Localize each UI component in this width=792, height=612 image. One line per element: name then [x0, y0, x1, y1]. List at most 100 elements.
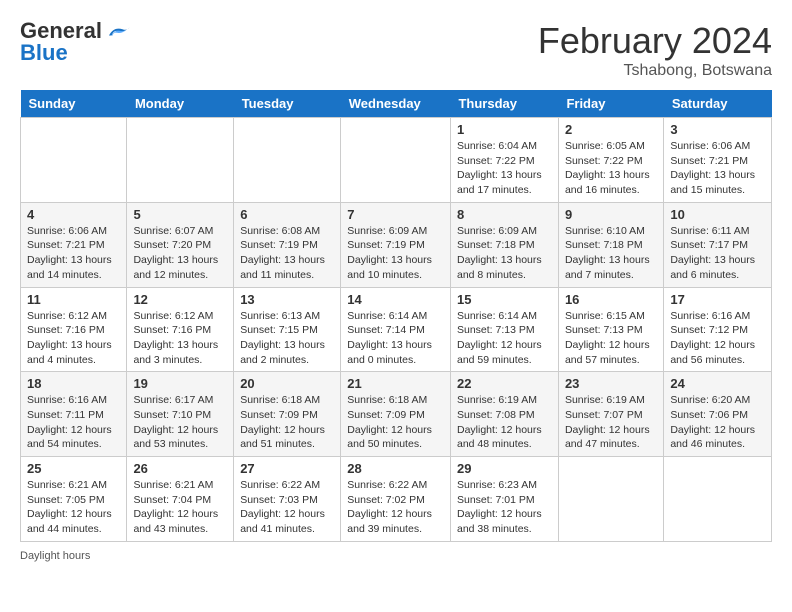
week-row-2: 4Sunrise: 6:06 AMSunset: 7:21 PMDaylight…	[21, 202, 772, 287]
header: General Blue February 2024 Tshabong, Bot…	[20, 20, 772, 80]
day-info: Sunrise: 6:12 AMSunset: 7:16 PMDaylight:…	[133, 309, 227, 368]
footer-note: Daylight hours	[20, 550, 772, 562]
day-number: 17	[670, 292, 765, 307]
calendar-cell: 4Sunrise: 6:06 AMSunset: 7:21 PMDaylight…	[21, 202, 127, 287]
day-number: 13	[240, 292, 334, 307]
calendar-cell: 7 Sunrise: 6:09 AMSunset: 7:19 PMDaylight…	[341, 202, 451, 287]
day-number: 15	[457, 292, 552, 307]
day-info: Sunrise: 6:17 AMSunset: 7:10 PMDaylight:…	[133, 393, 227, 452]
day-info: Sunrise: 6:14 AMSunset: 7:13 PMDaylight:…	[457, 309, 552, 368]
week-row-3: 11 Sunrise: 6:12 AMSunset: 7:16 PMDayligh…	[21, 287, 772, 372]
day-number: 7	[347, 207, 444, 222]
day-info: Sunrise: 6:12 AMSunset: 7:16 PMDaylight:…	[27, 309, 120, 368]
day-number: 25	[27, 461, 120, 476]
logo-bird-icon	[104, 22, 132, 40]
header-row: SundayMondayTuesdayWednesdayThursdayFrid…	[21, 90, 772, 118]
day-number: 27	[240, 461, 334, 476]
day-number: 11	[27, 292, 120, 307]
day-info: Sunrise: 6:09 AMSunset: 7:19 PMDaylight:…	[347, 224, 444, 283]
day-info: Sunrise: 6:11 AMSunset: 7:17 PMDaylight:…	[670, 224, 765, 283]
calendar-table: SundayMondayTuesdayWednesdayThursdayFrid…	[20, 90, 772, 542]
day-info: Sunrise: 6:22 AMSunset: 7:03 PMDaylight:…	[240, 478, 334, 537]
calendar-cell: 2Sunrise: 6:05 AMSunset: 7:22 PMDaylight…	[558, 118, 663, 203]
day-header-thursday: Thursday	[450, 90, 558, 118]
day-info: Sunrise: 6:16 AMSunset: 7:12 PMDaylight:…	[670, 309, 765, 368]
calendar-cell: 11 Sunrise: 6:12 AMSunset: 7:16 PMDayligh…	[21, 287, 127, 372]
day-info: Sunrise: 6:09 AMSunset: 7:18 PMDaylight:…	[457, 224, 552, 283]
day-number: 1	[457, 122, 552, 137]
day-number: 24	[670, 376, 765, 391]
day-number: 5	[133, 207, 227, 222]
day-info: Sunrise: 6:23 AMSunset: 7:01 PMDaylight:…	[457, 478, 552, 537]
calendar-cell: 18Sunrise: 6:16 AMSunset: 7:11 PMDayligh…	[21, 372, 127, 457]
day-number: 14	[347, 292, 444, 307]
day-header-wednesday: Wednesday	[341, 90, 451, 118]
day-header-tuesday: Tuesday	[234, 90, 341, 118]
calendar-cell	[558, 457, 663, 542]
day-number: 19	[133, 376, 227, 391]
day-info: Sunrise: 6:14 AMSunset: 7:14 PMDaylight:…	[347, 309, 444, 368]
day-number: 23	[565, 376, 657, 391]
calendar-cell: 27 Sunrise: 6:22 AMSunset: 7:03 PMDayligh…	[234, 457, 341, 542]
calendar-cell: 9 Sunrise: 6:10 AMSunset: 7:18 PMDaylight…	[558, 202, 663, 287]
day-number: 28	[347, 461, 444, 476]
calendar-cell: 29 Sunrise: 6:23 AMSunset: 7:01 PMDayligh…	[450, 457, 558, 542]
logo-general-text: General	[20, 20, 102, 42]
day-number: 8	[457, 207, 552, 222]
logo-blue-text: Blue	[20, 42, 68, 64]
calendar-cell	[234, 118, 341, 203]
page-container: General Blue February 2024 Tshabong, Bot…	[20, 20, 772, 562]
calendar-cell: 20Sunrise: 6:18 AMSunset: 7:09 PMDayligh…	[234, 372, 341, 457]
day-info: Sunrise: 6:16 AMSunset: 7:11 PMDaylight:…	[27, 393, 120, 452]
day-header-sunday: Sunday	[21, 90, 127, 118]
calendar-cell	[341, 118, 451, 203]
calendar-cell	[127, 118, 234, 203]
calendar-cell: 15 Sunrise: 6:14 AMSunset: 7:13 PMDayligh…	[450, 287, 558, 372]
day-number: 20	[240, 376, 334, 391]
calendar-cell: 5Sunrise: 6:07 AMSunset: 7:20 PMDaylight…	[127, 202, 234, 287]
day-info: Sunrise: 6:13 AMSunset: 7:15 PMDaylight:…	[240, 309, 334, 368]
day-info: Sunrise: 6:18 AMSunset: 7:09 PMDaylight:…	[347, 393, 444, 452]
calendar-cell: 16 Sunrise: 6:15 AMSunset: 7:13 PMDayligh…	[558, 287, 663, 372]
day-number: 6	[240, 207, 334, 222]
calendar-cell: 28 Sunrise: 6:22 AMSunset: 7:02 PMDayligh…	[341, 457, 451, 542]
calendar-cell: 1 Sunrise: 6:04 AMSunset: 7:22 PMDaylight…	[450, 118, 558, 203]
day-number: 21	[347, 376, 444, 391]
day-number: 10	[670, 207, 765, 222]
calendar-cell: 21 Sunrise: 6:18 AMSunset: 7:09 PMDayligh…	[341, 372, 451, 457]
day-number: 9	[565, 207, 657, 222]
week-row-4: 18Sunrise: 6:16 AMSunset: 7:11 PMDayligh…	[21, 372, 772, 457]
week-row-5: 25Sunrise: 6:21 AMSunset: 7:05 PMDayligh…	[21, 457, 772, 542]
calendar-cell: 12 Sunrise: 6:12 AMSunset: 7:16 PMDayligh…	[127, 287, 234, 372]
calendar-cell: 23 Sunrise: 6:19 AMSunset: 7:07 PMDayligh…	[558, 372, 663, 457]
calendar-cell: 13 Sunrise: 6:13 AMSunset: 7:15 PMDayligh…	[234, 287, 341, 372]
day-info: Sunrise: 6:06 AMSunset: 7:21 PMDaylight:…	[670, 139, 765, 198]
day-header-saturday: Saturday	[664, 90, 772, 118]
day-header-monday: Monday	[127, 90, 234, 118]
calendar-cell: 3 Sunrise: 6:06 AMSunset: 7:21 PMDaylight…	[664, 118, 772, 203]
day-number: 4	[27, 207, 120, 222]
day-number: 12	[133, 292, 227, 307]
day-info: Sunrise: 6:21 AMSunset: 7:04 PMDaylight:…	[133, 478, 227, 537]
calendar-cell: 17 Sunrise: 6:16 AMSunset: 7:12 PMDayligh…	[664, 287, 772, 372]
calendar-cell: 25Sunrise: 6:21 AMSunset: 7:05 PMDayligh…	[21, 457, 127, 542]
day-info: Sunrise: 6:10 AMSunset: 7:18 PMDaylight:…	[565, 224, 657, 283]
day-info: Sunrise: 6:22 AMSunset: 7:02 PMDaylight:…	[347, 478, 444, 537]
day-info: Sunrise: 6:04 AMSunset: 7:22 PMDaylight:…	[457, 139, 552, 198]
logo: General Blue	[20, 20, 132, 64]
day-header-friday: Friday	[558, 90, 663, 118]
day-number: 29	[457, 461, 552, 476]
calendar-cell	[21, 118, 127, 203]
month-title: February 2024	[538, 20, 772, 62]
day-number: 3	[670, 122, 765, 137]
calendar-cell: 24Sunrise: 6:20 AMSunset: 7:06 PMDayligh…	[664, 372, 772, 457]
day-info: Sunrise: 6:08 AMSunset: 7:19 PMDaylight:…	[240, 224, 334, 283]
calendar-cell: 14 Sunrise: 6:14 AMSunset: 7:14 PMDayligh…	[341, 287, 451, 372]
day-info: Sunrise: 6:19 AMSunset: 7:07 PMDaylight:…	[565, 393, 657, 452]
day-info: Sunrise: 6:15 AMSunset: 7:13 PMDaylight:…	[565, 309, 657, 368]
day-number: 22	[457, 376, 552, 391]
calendar-cell: 22Sunrise: 6:19 AMSunset: 7:08 PMDayligh…	[450, 372, 558, 457]
calendar-cell: 8 Sunrise: 6:09 AMSunset: 7:18 PMDaylight…	[450, 202, 558, 287]
day-number: 16	[565, 292, 657, 307]
day-number: 26	[133, 461, 227, 476]
